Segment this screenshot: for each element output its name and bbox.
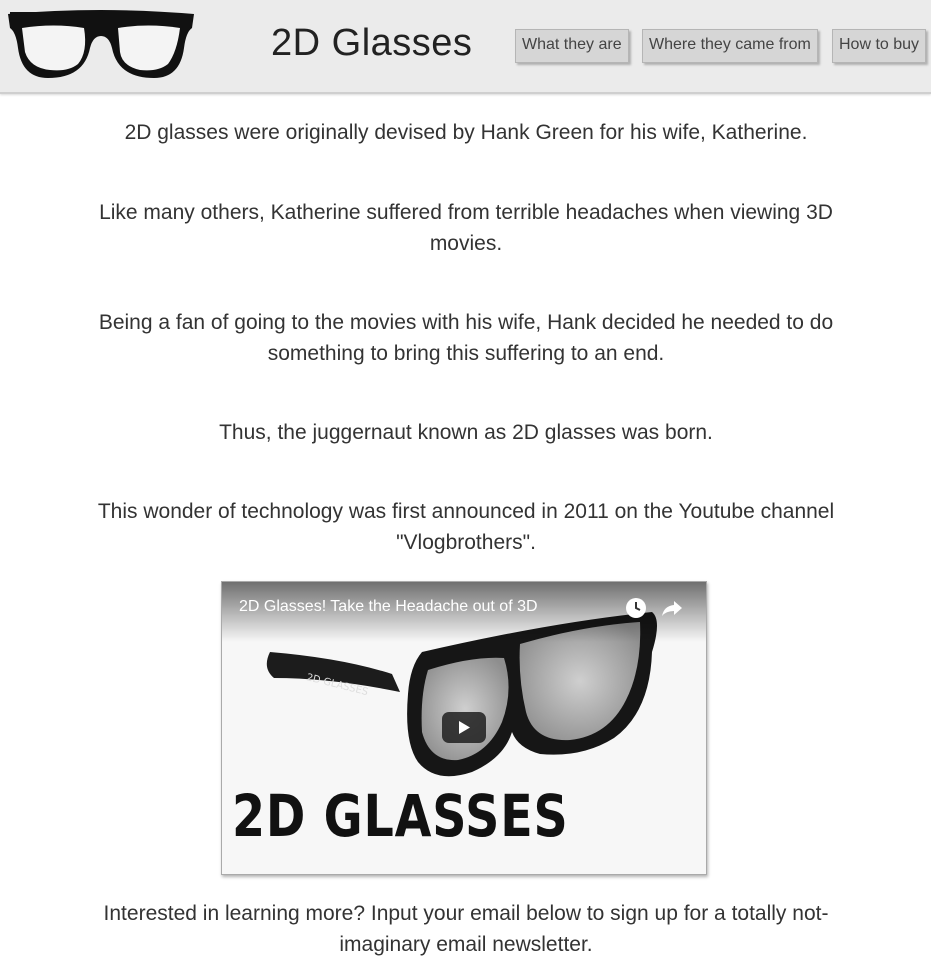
site-header: 2D Glasses What they are Where they came… bbox=[0, 0, 931, 94]
share-icon[interactable] bbox=[660, 596, 684, 620]
fan-paragraph: Being a fan of going to the movies with … bbox=[98, 311, 834, 365]
nav-where-they-came-from-button[interactable]: Where they came from bbox=[642, 29, 818, 63]
video-title[interactable]: 2D Glasses! Take the Headache out of 3D bbox=[239, 598, 538, 616]
nav-how-to-buy-button[interactable]: How to buy bbox=[832, 29, 927, 63]
video-embed[interactable]: 2D GLASSES 2D Glasses! Take the Headache… bbox=[221, 581, 707, 875]
video-brand-text: 2D GLASSES bbox=[232, 782, 569, 850]
site-title: 2D Glasses bbox=[271, 22, 473, 64]
nav-what-they-are-button[interactable]: What they are bbox=[515, 29, 629, 63]
headache-paragraph: Like many others, Katherine suffered fro… bbox=[99, 201, 833, 255]
born-paragraph: Thus, the juggernaut known as 2D glasses… bbox=[219, 421, 713, 444]
clock-icon[interactable] bbox=[624, 596, 648, 620]
intro-paragraph: 2D glasses were originally devised by Ha… bbox=[124, 121, 808, 144]
hamburger-icon[interactable] bbox=[10, 12, 38, 26]
play-icon[interactable] bbox=[442, 712, 486, 743]
newsletter-signup-text: Interested in learning more? Input your … bbox=[103, 902, 829, 956]
announcement-paragraph: This wonder of technology was first anno… bbox=[97, 500, 835, 554]
